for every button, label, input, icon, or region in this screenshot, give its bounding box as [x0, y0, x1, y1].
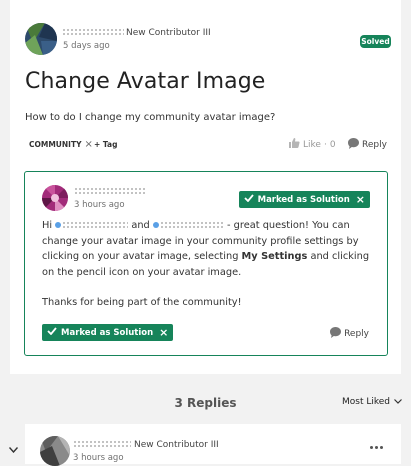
reply-card: New Contributor III 3 hours ago — [25, 424, 401, 466]
sort-dropdown[interactable]: Most Liked — [342, 397, 402, 407]
tag-community[interactable]: COMMUNITY × — [29, 138, 93, 151]
reply-author-avatar[interactable] — [40, 436, 70, 466]
like-label: Like — [303, 139, 321, 150]
post-title: Change Avatar Image — [25, 69, 266, 94]
marked-label: Marked as Solution — [61, 327, 154, 338]
mention-user-1-redacted[interactable] — [62, 220, 129, 230]
solution-reply-button[interactable]: Reply — [330, 327, 369, 341]
solution-time: 3 hours ago — [74, 200, 125, 210]
like-button[interactable]: Like · 0 — [289, 138, 336, 151]
solution-author-avatar[interactable] — [42, 185, 68, 211]
marked-label: Marked as Solution — [257, 194, 350, 205]
more-options-icon[interactable] — [370, 446, 383, 449]
thanks-text: Thanks for being part of the community! — [42, 297, 242, 308]
reply-bubble-icon — [348, 138, 359, 152]
reply-time: 3 hours ago — [73, 453, 124, 463]
author-role: New Contributor III — [126, 28, 211, 38]
marked-as-solution-button[interactable]: Marked as Solution × — [238, 191, 370, 208]
checkmark-icon — [243, 194, 254, 205]
author-name-redacted[interactable] — [62, 28, 124, 37]
collapse-chevron-icon[interactable] — [8, 438, 19, 457]
sort-label: Most Liked — [341, 397, 390, 407]
reply-author-name-redacted[interactable] — [73, 440, 131, 449]
chevron-down-icon — [394, 397, 402, 407]
mention-icon — [152, 222, 159, 228]
post-time: 5 days ago — [63, 41, 110, 51]
reply-button[interactable]: Reply — [348, 138, 387, 152]
post-body: How to do I change my community avatar i… — [25, 112, 276, 123]
thumbs-up-icon — [289, 138, 300, 151]
close-icon[interactable]: × — [159, 326, 168, 339]
tag-label: COMMUNITY — [29, 140, 82, 149]
like-count: 0 — [329, 139, 336, 150]
my-settings-emphasis: My Settings — [241, 251, 308, 262]
reply-label: Reply — [344, 329, 369, 339]
accepted-solution: 3 hours ago Marked as Solution × Hi and … — [24, 171, 388, 356]
like-separator: · — [323, 139, 327, 150]
mention-user-2-redacted[interactable] — [159, 220, 224, 230]
question-card: New Contributor III 5 days ago Solved Ch… — [10, 0, 401, 374]
solved-badge: Solved — [360, 35, 391, 48]
checkmark-icon — [47, 327, 57, 338]
reply-author-role: New Contributor III — [134, 440, 219, 450]
greeting: Hi — [42, 220, 53, 231]
close-icon[interactable]: × — [356, 193, 365, 206]
mention-icon — [55, 222, 62, 228]
close-icon[interactable]: × — [85, 138, 93, 151]
reply-bubble-icon — [330, 327, 342, 341]
author-avatar[interactable] — [25, 23, 57, 55]
reply-label: Reply — [362, 140, 387, 150]
marked-as-solution-button-bottom[interactable]: Marked as Solution × — [42, 324, 174, 341]
conjunction: and — [131, 220, 150, 231]
solution-body: Hi and - great question! You can change … — [42, 218, 372, 311]
add-tag-button[interactable]: + Tag — [94, 138, 117, 151]
solution-author-name-redacted[interactable] — [74, 187, 146, 196]
